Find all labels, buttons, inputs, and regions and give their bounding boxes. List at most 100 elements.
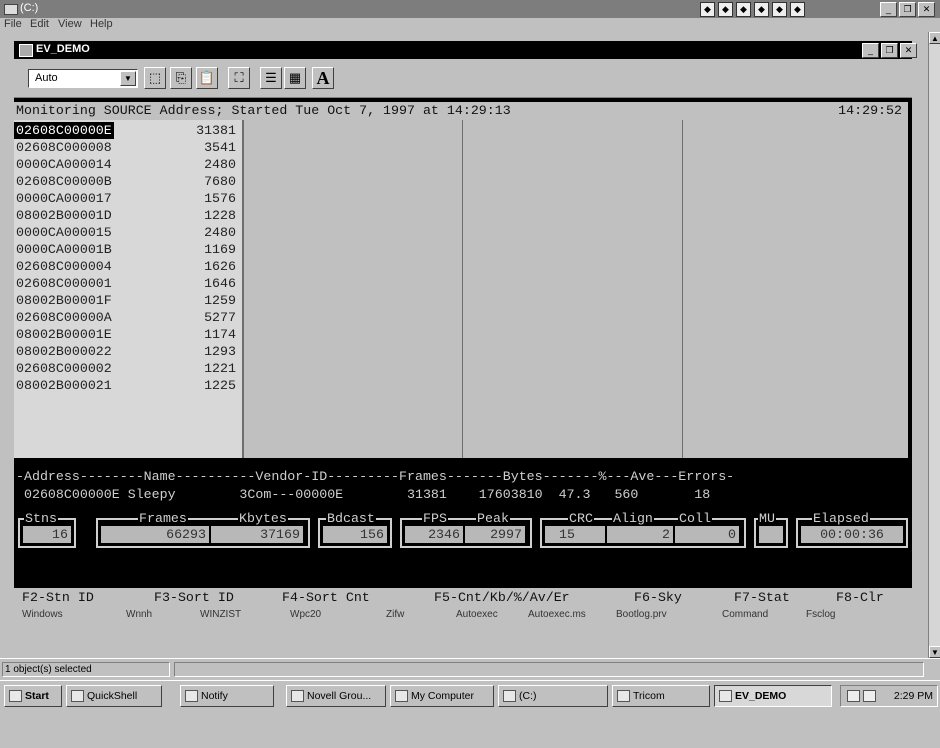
monitor-icon[interactable] bbox=[863, 690, 876, 702]
frame-count: 1259 bbox=[204, 293, 236, 308]
file-label[interactable]: Zifw bbox=[386, 609, 404, 620]
font-button[interactable]: A bbox=[312, 67, 334, 89]
address-row[interactable]: 08002B00001D 1228 bbox=[14, 207, 240, 224]
status-empty-cell bbox=[174, 662, 924, 677]
tool-icon[interactable]: ◆ bbox=[790, 2, 805, 17]
restore-icon[interactable]: ❐ bbox=[899, 2, 916, 17]
copy-icon[interactable]: ⎘ bbox=[170, 67, 192, 89]
address-row[interactable]: 02608C000001 1646 bbox=[14, 275, 240, 292]
f4-sort-cnt[interactable]: F4-Sort Cnt bbox=[282, 588, 370, 608]
address-row[interactable]: 02608C00000B 7680 bbox=[14, 173, 240, 190]
elapsed-label: Elapsed bbox=[812, 510, 870, 527]
menu-help[interactable]: Help bbox=[90, 18, 113, 30]
outer-vertical-scrollbar[interactable]: ▲ ▼ bbox=[928, 32, 940, 658]
stns-label: Stns bbox=[24, 510, 58, 527]
tool-icon[interactable]: ◆ bbox=[754, 2, 769, 17]
address-row[interactable]: 02608C000002 1221 bbox=[14, 360, 240, 377]
address-row[interactable]: 02608C000008 3541 bbox=[14, 139, 240, 156]
menu-edit[interactable]: Edit bbox=[30, 18, 49, 30]
tool-icon[interactable]: ◆ bbox=[700, 2, 715, 17]
stns-box: Stns 16 bbox=[18, 510, 76, 548]
task-my-computer[interactable]: My Computer bbox=[390, 685, 494, 707]
file-label[interactable]: Bootlog.prv bbox=[616, 609, 667, 620]
address-row[interactable]: 02608C00000E 31381 bbox=[14, 122, 240, 139]
outer-window-titlebar[interactable]: (C:) ◆ ◆ ◆ ◆ ◆ ◆ _ ❐ ✕ bbox=[0, 0, 940, 18]
restore-icon[interactable]: ❐ bbox=[881, 43, 898, 58]
drive-icon bbox=[503, 690, 516, 702]
close-icon[interactable]: ✕ bbox=[918, 2, 935, 17]
address-row[interactable]: 02608C00000A 5277 bbox=[14, 309, 240, 326]
address-value: 02608C000002 bbox=[16, 361, 112, 376]
file-label[interactable]: Windows bbox=[22, 609, 63, 620]
file-label[interactable]: WINZIST bbox=[200, 609, 241, 620]
address-row[interactable]: 0000CA00001B 1169 bbox=[14, 241, 240, 258]
start-button[interactable]: Start bbox=[4, 685, 62, 707]
status-text: 1 object(s) selected bbox=[2, 662, 170, 677]
address-row[interactable]: 0000CA000017 1576 bbox=[14, 190, 240, 207]
folder-view-area[interactable] bbox=[0, 624, 928, 658]
menu-file[interactable]: File bbox=[4, 18, 22, 30]
font-size-select[interactable]: Auto ▼ bbox=[28, 69, 138, 88]
f8-clr[interactable]: F8-Clr bbox=[836, 588, 884, 608]
task-ev-demo[interactable]: EV_DEMO bbox=[714, 685, 832, 707]
task-notify[interactable]: Notify bbox=[180, 685, 274, 707]
f7-stat[interactable]: F7-Stat bbox=[734, 588, 790, 608]
file-label[interactable]: Fsclog bbox=[806, 609, 835, 620]
menu-view[interactable]: View bbox=[58, 18, 82, 30]
file-label[interactable]: Autoexec bbox=[456, 609, 498, 620]
address-value: 02608C000008 bbox=[16, 140, 112, 155]
background-icon[interactable]: ▦ bbox=[284, 67, 306, 89]
task-novell-group[interactable]: Novell Grou... bbox=[286, 685, 386, 707]
f5-cnt-kb[interactable]: F5-Cnt/Kb/%/Av/Er bbox=[434, 588, 570, 608]
task-label: My Computer bbox=[411, 690, 475, 702]
scroll-up-icon[interactable]: ▲ bbox=[929, 32, 940, 44]
f6-sky[interactable]: F6-Sky bbox=[634, 588, 682, 608]
task-c-drive[interactable]: (C:) bbox=[498, 685, 608, 707]
frame-count: 1221 bbox=[204, 361, 236, 376]
grid-divider bbox=[682, 120, 683, 458]
f2-stn-id[interactable]: F2-Stn ID bbox=[22, 588, 94, 608]
address-row[interactable]: 08002B000021 1225 bbox=[14, 377, 240, 394]
tool-icon[interactable]: ◆ bbox=[736, 2, 751, 17]
frame-count: 1174 bbox=[204, 327, 236, 342]
file-label[interactable]: Wnnh bbox=[126, 609, 152, 620]
address-row[interactable]: 08002B00001E 1174 bbox=[14, 326, 240, 343]
file-label[interactable]: Autoexec.ms bbox=[528, 609, 586, 620]
paste-icon[interactable]: 📋 bbox=[196, 67, 218, 89]
clock[interactable]: 2:29 PM bbox=[894, 686, 933, 706]
address-row[interactable]: 0000CA000014 2480 bbox=[14, 156, 240, 173]
taskbar: Start QuickShell Notify Novell Grou... M… bbox=[0, 680, 940, 711]
file-label[interactable]: Command bbox=[722, 609, 768, 620]
file-label[interactable]: Wpc20 bbox=[290, 609, 321, 620]
folder-icon bbox=[617, 690, 630, 702]
full-screen-icon[interactable]: ⛶ bbox=[228, 67, 250, 89]
mark-icon[interactable]: ⬚ bbox=[144, 67, 166, 89]
ms-dos-icon bbox=[19, 44, 33, 57]
tool-icon[interactable]: ◆ bbox=[718, 2, 733, 17]
tool-icon[interactable]: ◆ bbox=[772, 2, 787, 17]
address-value: 0000CA000017 bbox=[16, 191, 112, 206]
task-label: Novell Grou... bbox=[307, 690, 372, 702]
frame-count: 1626 bbox=[204, 259, 236, 274]
ms-dos-icon bbox=[719, 690, 732, 702]
task-quickshell[interactable]: QuickShell bbox=[66, 685, 162, 707]
task-tricom[interactable]: Tricom bbox=[612, 685, 710, 707]
address-value: 0000CA00001B bbox=[16, 242, 112, 257]
address-row[interactable]: 08002B00001F 1259 bbox=[14, 292, 240, 309]
close-icon[interactable]: ✕ bbox=[900, 43, 917, 58]
scroll-down-icon[interactable]: ▼ bbox=[929, 646, 940, 658]
computer-icon bbox=[395, 690, 408, 702]
grid-divider bbox=[462, 120, 463, 458]
novell-icon bbox=[291, 690, 304, 702]
crc-align-coll-box: CRC Align Coll 15 2 0 bbox=[540, 510, 746, 548]
minimize-icon[interactable]: _ bbox=[862, 43, 879, 58]
volume-icon[interactable] bbox=[847, 690, 860, 702]
minimize-icon[interactable]: _ bbox=[880, 2, 897, 17]
properties-icon[interactable]: ☰ bbox=[260, 67, 282, 89]
ev-demo-titlebar[interactable]: EV_DEMO _ ❐ ✕ bbox=[14, 41, 917, 59]
address-row[interactable]: 0000CA000015 2480 bbox=[14, 224, 240, 241]
chevron-down-icon[interactable]: ▼ bbox=[120, 71, 136, 86]
f3-sort-id[interactable]: F3-Sort ID bbox=[154, 588, 234, 608]
address-row[interactable]: 02608C000004 1626 bbox=[14, 258, 240, 275]
address-row[interactable]: 08002B000022 1293 bbox=[14, 343, 240, 360]
